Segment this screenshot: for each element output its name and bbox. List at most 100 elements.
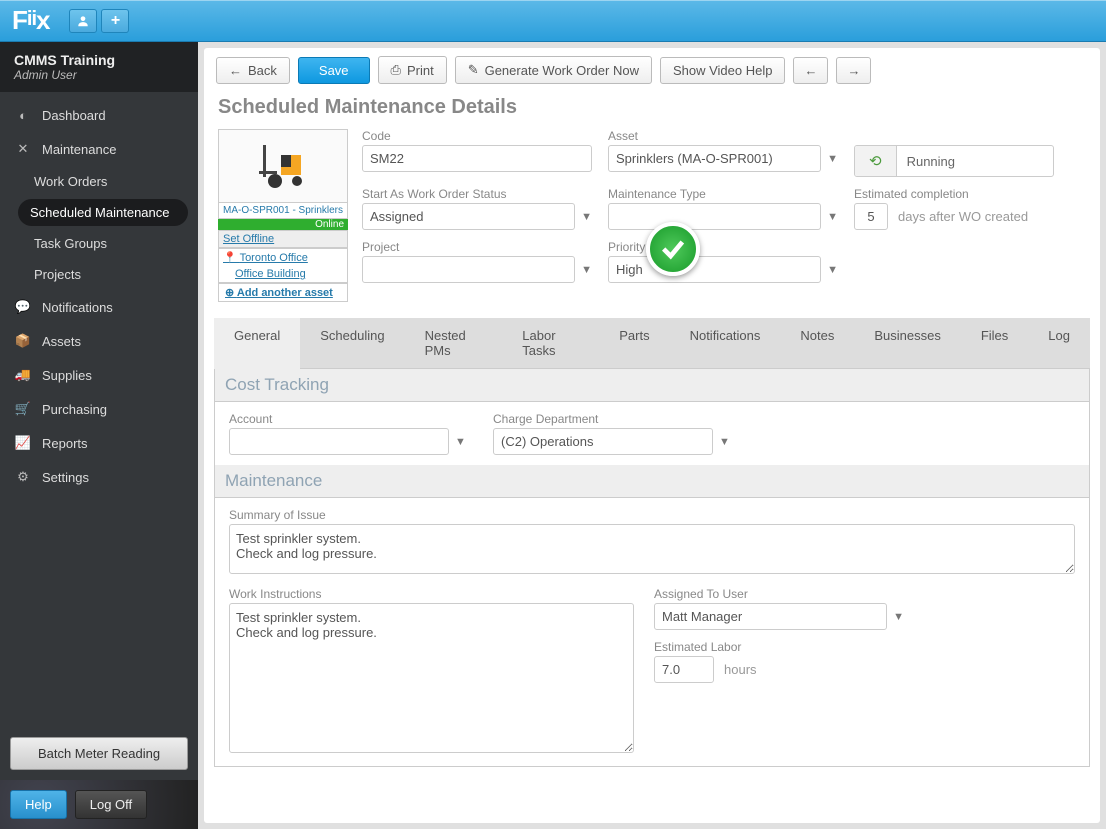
nav: ◐Dashboard ✕Maintenance Work Orders Sche…: [0, 92, 198, 727]
assigned-select[interactable]: [654, 603, 887, 630]
code-input[interactable]: [362, 145, 592, 172]
sidebar-footer: Batch Meter Reading: [0, 727, 198, 780]
tab-businesses[interactable]: Businesses: [854, 318, 960, 368]
upper-panel: MA-O-SPR001 - Sprinklers Online Set Offl…: [204, 129, 1100, 302]
main: ←Back Save ⎙Print ✎Generate Work Order N…: [198, 42, 1106, 829]
project-select[interactable]: [362, 256, 575, 283]
est-labor-input[interactable]: [654, 656, 714, 683]
video-help-button[interactable]: Show Video Help: [660, 57, 786, 84]
field-assigned: Assigned To User ▼: [654, 587, 904, 630]
pencil-icon: ✎: [468, 62, 479, 78]
tab-notifications[interactable]: Notifications: [670, 318, 781, 368]
logoff-button[interactable]: Log Off: [75, 790, 147, 819]
toolbar: ←Back Save ⎙Print ✎Generate Work Order N…: [204, 48, 1100, 92]
gear-icon: ⚙: [14, 468, 32, 486]
save-button[interactable]: Save: [298, 57, 370, 84]
online-status: Online: [218, 219, 348, 230]
nav-reports[interactable]: 📈Reports: [0, 426, 198, 460]
print-button[interactable]: ⎙Print: [378, 56, 447, 84]
chevron-down-icon[interactable]: ▼: [581, 211, 592, 223]
tab-scheduling[interactable]: Scheduling: [300, 318, 404, 368]
arrow-left-icon: ←: [229, 63, 242, 78]
tab-files[interactable]: Files: [961, 318, 1028, 368]
chevron-down-icon[interactable]: ▼: [827, 211, 838, 223]
field-charge-dept: Charge Department ▼: [493, 412, 733, 455]
field-status: ⟲ Running: [854, 129, 1054, 177]
nav-projects[interactable]: Projects: [0, 259, 198, 290]
prev-button[interactable]: ←: [793, 57, 828, 84]
add-button[interactable]: +: [101, 9, 129, 33]
chevron-down-icon[interactable]: ▼: [827, 153, 838, 165]
tab-general[interactable]: General: [214, 318, 300, 369]
field-project: Project ▼: [362, 240, 592, 283]
back-button[interactable]: ←Back: [216, 57, 290, 84]
user-icon: [76, 14, 90, 28]
chevron-down-icon[interactable]: ▼: [827, 264, 838, 276]
wrench-icon: ✕: [14, 140, 32, 158]
est-completion-input[interactable]: [854, 203, 888, 230]
nav-task-groups[interactable]: Task Groups: [0, 228, 198, 259]
tab-nested-pms[interactable]: Nested PMs: [405, 318, 503, 368]
gauge-icon: ◐: [14, 106, 32, 124]
add-another-asset-link[interactable]: ⊕ Add another asset: [218, 283, 348, 302]
generate-wo-button[interactable]: ✎Generate Work Order Now: [455, 56, 652, 84]
truck-icon: 🚚: [14, 366, 32, 384]
help-button[interactable]: Help: [10, 790, 67, 819]
print-icon: ⎙: [391, 62, 401, 78]
nav-work-orders[interactable]: Work Orders: [0, 166, 198, 197]
tab-log[interactable]: Log: [1028, 318, 1090, 368]
asset-tree-item[interactable]: 📍 Toronto Office: [219, 249, 347, 266]
instructions-textarea[interactable]: [229, 603, 634, 753]
nav-purchasing[interactable]: 🛒Purchasing: [0, 392, 198, 426]
field-code: Code: [362, 129, 592, 177]
nav-dashboard[interactable]: ◐Dashboard: [0, 98, 198, 132]
user-menu-button[interactable]: [69, 9, 97, 33]
field-account: Account ▼: [229, 412, 469, 455]
nav-maintenance[interactable]: ✕Maintenance: [0, 132, 198, 166]
checkmark-icon: [646, 222, 700, 276]
field-asset: Asset ▼: [608, 129, 838, 177]
nav-settings[interactable]: ⚙Settings: [0, 460, 198, 494]
start-status-select[interactable]: [362, 203, 575, 230]
next-button[interactable]: →: [836, 57, 871, 84]
account-select[interactable]: [229, 428, 449, 455]
tab-parts[interactable]: Parts: [599, 318, 669, 368]
bottom-buttons: Help Log Off: [0, 780, 198, 829]
field-instructions: Work Instructions: [229, 587, 634, 756]
nav-scheduled-maintenance[interactable]: Scheduled Maintenance: [18, 199, 188, 226]
forklift-icon: [253, 141, 313, 191]
chevron-down-icon[interactable]: ▼: [581, 264, 592, 276]
batch-meter-button[interactable]: Batch Meter Reading: [10, 737, 188, 770]
field-summary: Summary of Issue: [229, 508, 1075, 577]
confirm-badge: [646, 222, 700, 276]
charge-dept-select[interactable]: [493, 428, 713, 455]
section-cost-tracking: Cost Tracking Account ▼ Charge Departmen…: [214, 369, 1090, 767]
tab-notes[interactable]: Notes: [780, 318, 854, 368]
chevron-down-icon[interactable]: ▼: [455, 436, 466, 448]
set-offline-link[interactable]: Set Offline: [218, 230, 348, 248]
tabs: General Scheduling Nested PMs Labor Task…: [214, 318, 1090, 369]
priority-select[interactable]: [608, 256, 821, 283]
asset-tree-item[interactable]: Office Building: [219, 266, 347, 282]
asset-card: MA-O-SPR001 - Sprinklers Online Set Offl…: [218, 129, 348, 302]
nav-supplies[interactable]: 🚚Supplies: [0, 358, 198, 392]
app-logo: Fiix: [12, 5, 49, 36]
tab-labor-tasks[interactable]: Labor Tasks: [502, 318, 599, 368]
asset-select[interactable]: [608, 145, 821, 172]
summary-textarea[interactable]: [229, 524, 1075, 574]
chevron-down-icon[interactable]: ▼: [719, 436, 730, 448]
asset-thumbnail[interactable]: [218, 129, 348, 203]
field-est-labor: Estimated Labor hours: [654, 640, 904, 683]
arrow-right-icon: →: [847, 63, 860, 78]
sidebar-header: CMMS Training Admin User: [0, 42, 198, 92]
sidebar: CMMS Training Admin User ◐Dashboard ✕Mai…: [0, 42, 198, 829]
asset-caption: MA-O-SPR001 - Sprinklers: [218, 203, 348, 219]
history-icon: ⟲: [855, 146, 897, 176]
nav-notifications[interactable]: 💬Notifications: [0, 290, 198, 324]
arrow-left-icon: ←: [804, 63, 817, 78]
status-pill[interactable]: ⟲ Running: [854, 145, 1054, 177]
asset-tree: 📍 Toronto Office Office Building: [218, 248, 348, 283]
maint-type-select[interactable]: [608, 203, 821, 230]
chevron-down-icon[interactable]: ▼: [893, 611, 904, 623]
nav-assets[interactable]: 📦Assets: [0, 324, 198, 358]
